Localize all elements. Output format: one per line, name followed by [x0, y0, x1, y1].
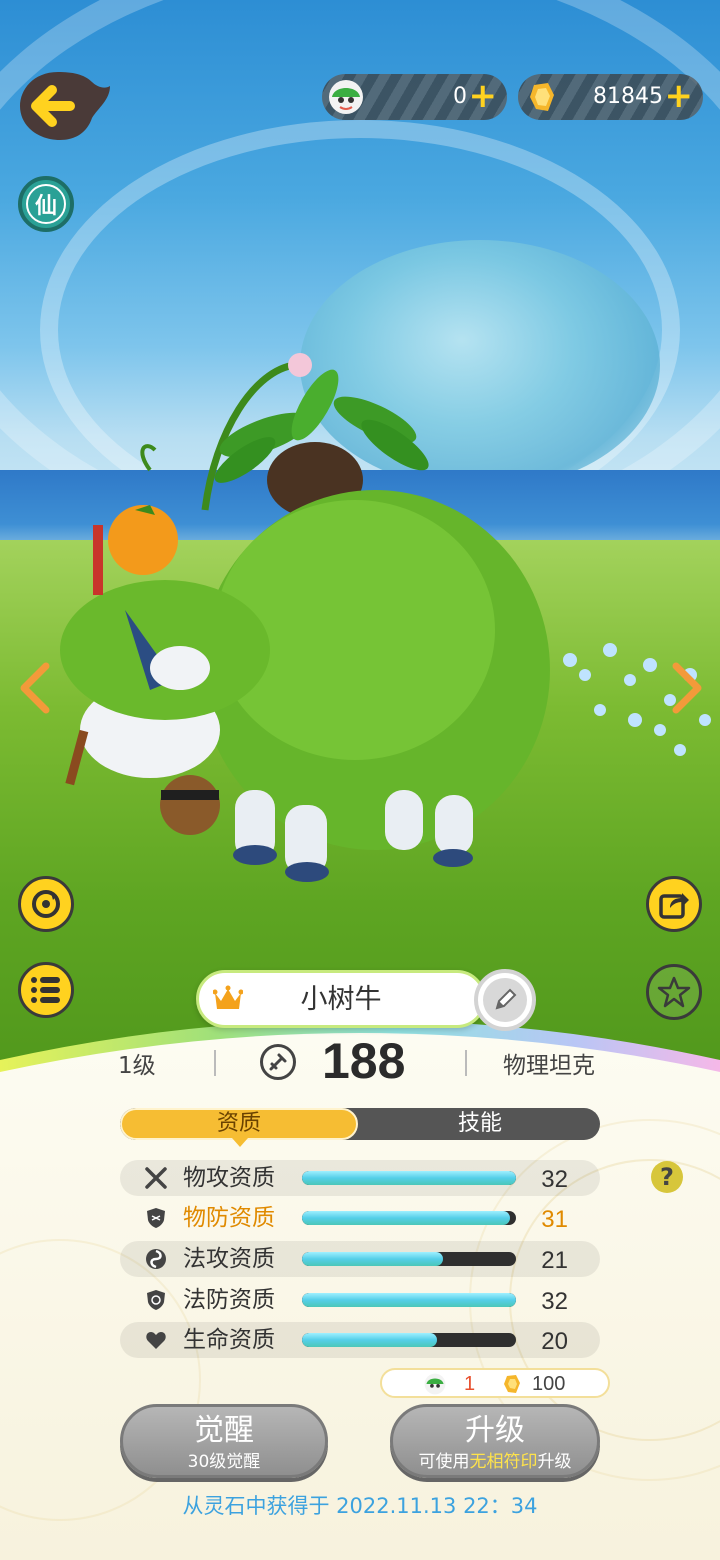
attr-row-health: 生命资质 20	[120, 1322, 600, 1358]
tab-pointer	[232, 1138, 248, 1147]
back-button[interactable]	[18, 68, 112, 144]
upgrade-sub-suffix: 升级	[537, 1452, 572, 1472]
gem-add-button[interactable]: +	[469, 74, 498, 120]
divider	[214, 1050, 216, 1076]
detail-tabs: 资质 技能	[120, 1108, 600, 1140]
awaken-button[interactable]: 觉醒 30级觉醒	[120, 1404, 328, 1478]
gem-cost: 1	[464, 1373, 476, 1395]
attr-row-physical-defense: 物防资质 31	[120, 1200, 600, 1236]
combat-power: 188	[322, 1033, 406, 1089]
magic-shield-icon	[147, 1290, 165, 1310]
attr-bar	[302, 1171, 516, 1185]
rename-button[interactable]	[474, 969, 536, 1031]
share-icon	[659, 893, 689, 919]
swirl-magic-icon	[146, 1249, 166, 1269]
tab-skills[interactable]: 技能	[360, 1108, 600, 1140]
divider	[465, 1050, 467, 1076]
pet-summary: 1级 188 物理坦克	[0, 1032, 720, 1092]
attr-label: 生命资质	[183, 1327, 275, 1353]
upgrade-subtitle: 可使用无相符印升级	[393, 1451, 597, 1473]
gold-value: 81845	[593, 84, 663, 109]
refresh-icon	[32, 890, 60, 918]
attr-row-physical-attack: 物攻资质 32	[120, 1160, 600, 1196]
attr-value: 32	[541, 1288, 568, 1315]
help-button[interactable]: ?	[651, 1161, 683, 1193]
gold-currency[interactable]: 81845 +	[518, 74, 703, 120]
crossed-swords-icon	[145, 1167, 167, 1189]
pet-model[interactable]	[55, 350, 575, 910]
share-button[interactable]	[646, 876, 702, 932]
awaken-title: 觉醒	[194, 1413, 254, 1448]
pencil-icon	[495, 988, 517, 1010]
tab-aptitude[interactable]: 资质	[120, 1108, 358, 1140]
refresh-button[interactable]	[18, 876, 74, 932]
upgrade-button[interactable]: 升级 可使用无相符印升级	[390, 1404, 600, 1478]
xian-menu-button[interactable]: 仙	[18, 176, 74, 232]
upgrade-title: 升级	[465, 1413, 525, 1448]
attr-value: 20	[541, 1328, 568, 1355]
attr-bar	[302, 1252, 516, 1266]
gold-crystal-icon	[530, 83, 554, 111]
prev-pet-arrow[interactable]	[14, 660, 54, 716]
pet-role: 物理坦克	[503, 1053, 595, 1079]
attr-bar	[302, 1211, 516, 1225]
pet-scene	[0, 0, 720, 1100]
xian-badge-label: 仙	[26, 184, 66, 224]
pet-level: 1级	[118, 1053, 156, 1079]
sword-power-icon	[260, 1044, 296, 1080]
awaken-subtitle: 30级觉醒	[187, 1452, 261, 1472]
pet-name: 小树牛	[300, 984, 382, 1015]
upgrade-cost: 1 100	[380, 1368, 610, 1398]
pet-name-pill: 小树牛	[196, 970, 486, 1028]
pet-face-icon	[329, 80, 363, 114]
attr-bar	[302, 1293, 516, 1307]
acquired-info: 从灵石中获得于 2022.11.13 22：34	[182, 1494, 538, 1518]
attr-label: 法攻资质	[183, 1246, 275, 1272]
gold-cost: 100	[532, 1373, 566, 1395]
attr-label: 法防资质	[183, 1287, 275, 1313]
attr-bar	[302, 1333, 516, 1347]
attr-row-magic-defense: 法防资质 32	[120, 1282, 600, 1318]
attr-value: 21	[541, 1247, 568, 1274]
attr-value: 31	[541, 1206, 568, 1233]
upgrade-sub-prefix: 可使用	[418, 1452, 470, 1472]
next-pet-arrow[interactable]	[668, 660, 708, 716]
upgrade-sub-item: 无相符印	[469, 1452, 538, 1472]
heart-icon	[146, 1332, 166, 1349]
attr-label: 物防资质	[183, 1205, 275, 1231]
shield-icon	[147, 1208, 165, 1228]
gem-value: 0	[453, 84, 467, 109]
attr-row-magic-attack: 法攻资质 21	[120, 1241, 600, 1277]
gold-add-button[interactable]: +	[665, 74, 694, 120]
gem-currency[interactable]: 0 +	[322, 74, 507, 120]
gold-crystal-icon	[504, 1375, 520, 1393]
attr-label: 物攻资质	[183, 1165, 275, 1191]
attr-value: 32	[541, 1166, 568, 1193]
pet-face-icon	[424, 1373, 446, 1395]
